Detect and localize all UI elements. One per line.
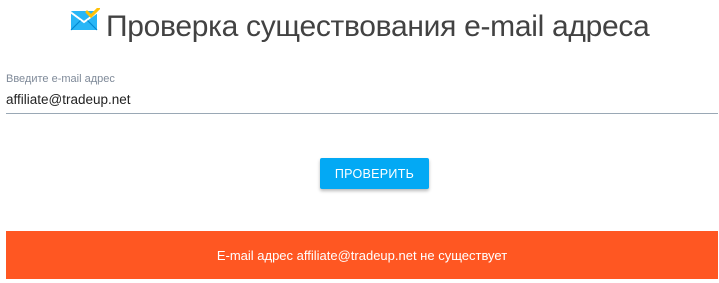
email-field: Введите e-mail адрес bbox=[6, 72, 718, 114]
email-field-label: Введите e-mail адрес bbox=[6, 73, 115, 85]
check-button[interactable]: ПРОВЕРИТЬ bbox=[320, 158, 429, 189]
result-message: E-mail адрес affiliate@tradeup.net не су… bbox=[216, 247, 508, 263]
result-banner: E-mail адрес affiliate@tradeup.net не су… bbox=[6, 231, 718, 279]
page-title: Проверка существования e-mail адреса bbox=[106, 9, 650, 43]
email-check-page: Проверка существования e-mail адреса Вве… bbox=[0, 0, 719, 283]
page-header: Проверка существования e-mail адреса bbox=[0, 6, 719, 44]
mail-check-icon bbox=[69, 6, 101, 32]
email-input[interactable] bbox=[6, 90, 718, 114]
